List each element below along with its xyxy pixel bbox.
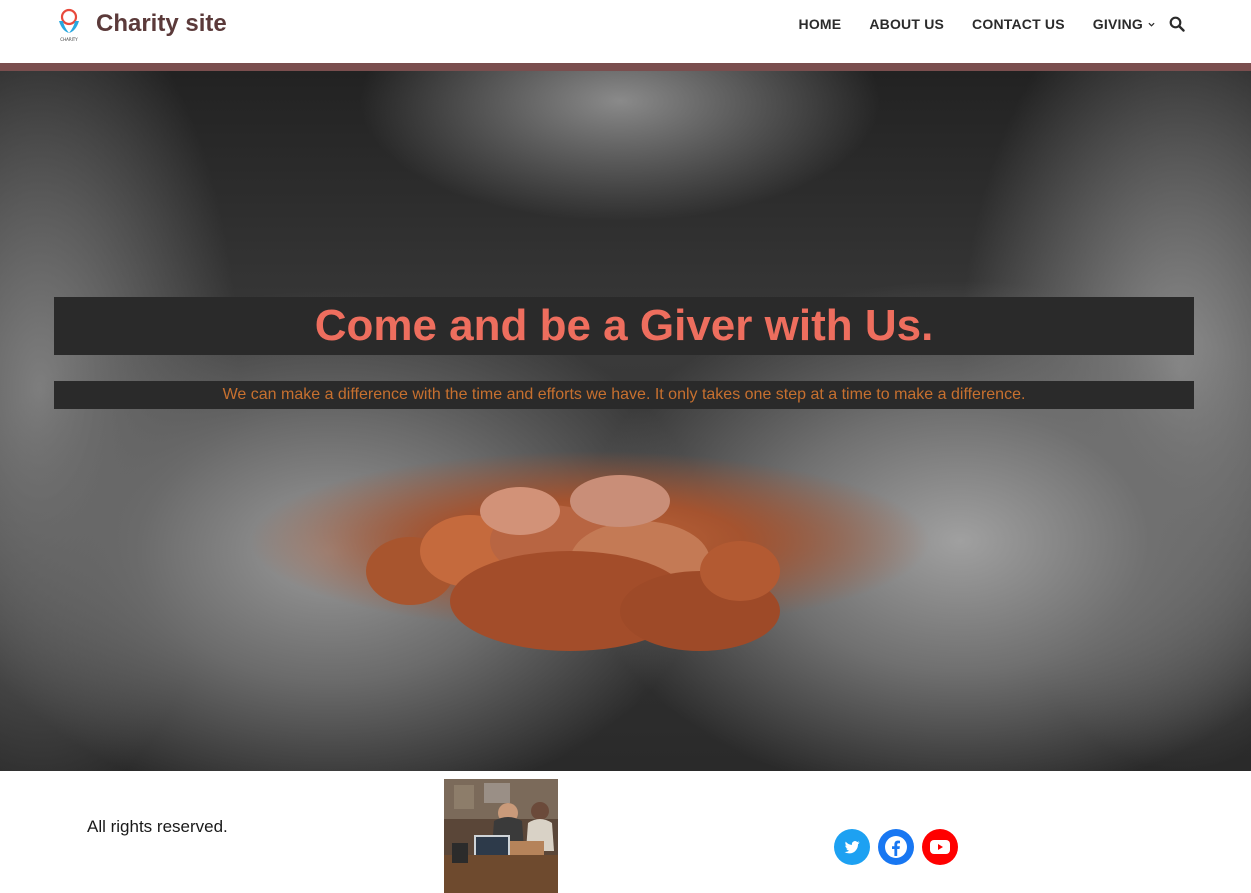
- header-accent-bar: [0, 63, 1251, 71]
- site-footer: All rights reserved.: [0, 771, 1251, 893]
- hero-banner: Come and be a Giver with Us. We can make…: [0, 71, 1251, 771]
- nav-about-label: ABOUT US: [869, 16, 945, 32]
- team-photo: [444, 779, 558, 893]
- hero-subheading: We can make a difference with the time a…: [222, 386, 1026, 403]
- nav-contact-label: CONTACT US: [972, 16, 1065, 32]
- site-title[interactable]: Charity site: [96, 10, 227, 38]
- nav-giving-label: GIVING: [1092, 16, 1143, 32]
- hero-heading: Come and be a Giver with Us.: [314, 301, 934, 350]
- search-icon[interactable]: [1169, 16, 1185, 32]
- charity-logo[interactable]: CHARITY: [56, 7, 82, 43]
- nav-about-us[interactable]: ABOUT US: [869, 16, 944, 32]
- youtube-icon[interactable]: [922, 829, 958, 865]
- site-header: CHARITY Charity site HOME ABOUT US CONTA…: [0, 0, 1251, 63]
- facebook-icon[interactable]: [878, 829, 914, 865]
- copyright-text: All rights reserved.: [87, 817, 228, 836]
- chevron-down-icon: [1148, 22, 1155, 27]
- hero-subheading-box: We can make a difference with the time a…: [54, 381, 1194, 409]
- nav-home[interactable]: HOME: [799, 16, 842, 32]
- nav-home-label: HOME: [798, 16, 842, 32]
- nav-giving[interactable]: GIVING: [1093, 16, 1155, 32]
- nav-contact-us[interactable]: CONTACT US: [972, 16, 1065, 32]
- coins-in-hands-image: [366, 475, 780, 651]
- twitter-icon[interactable]: [834, 829, 870, 865]
- logo-text: CHARITY: [60, 37, 78, 42]
- main-nav: HOME ABOUT US CONTACT US GIVING: [799, 16, 1185, 32]
- hero-heading-box: Come and be a Giver with Us.: [54, 297, 1194, 355]
